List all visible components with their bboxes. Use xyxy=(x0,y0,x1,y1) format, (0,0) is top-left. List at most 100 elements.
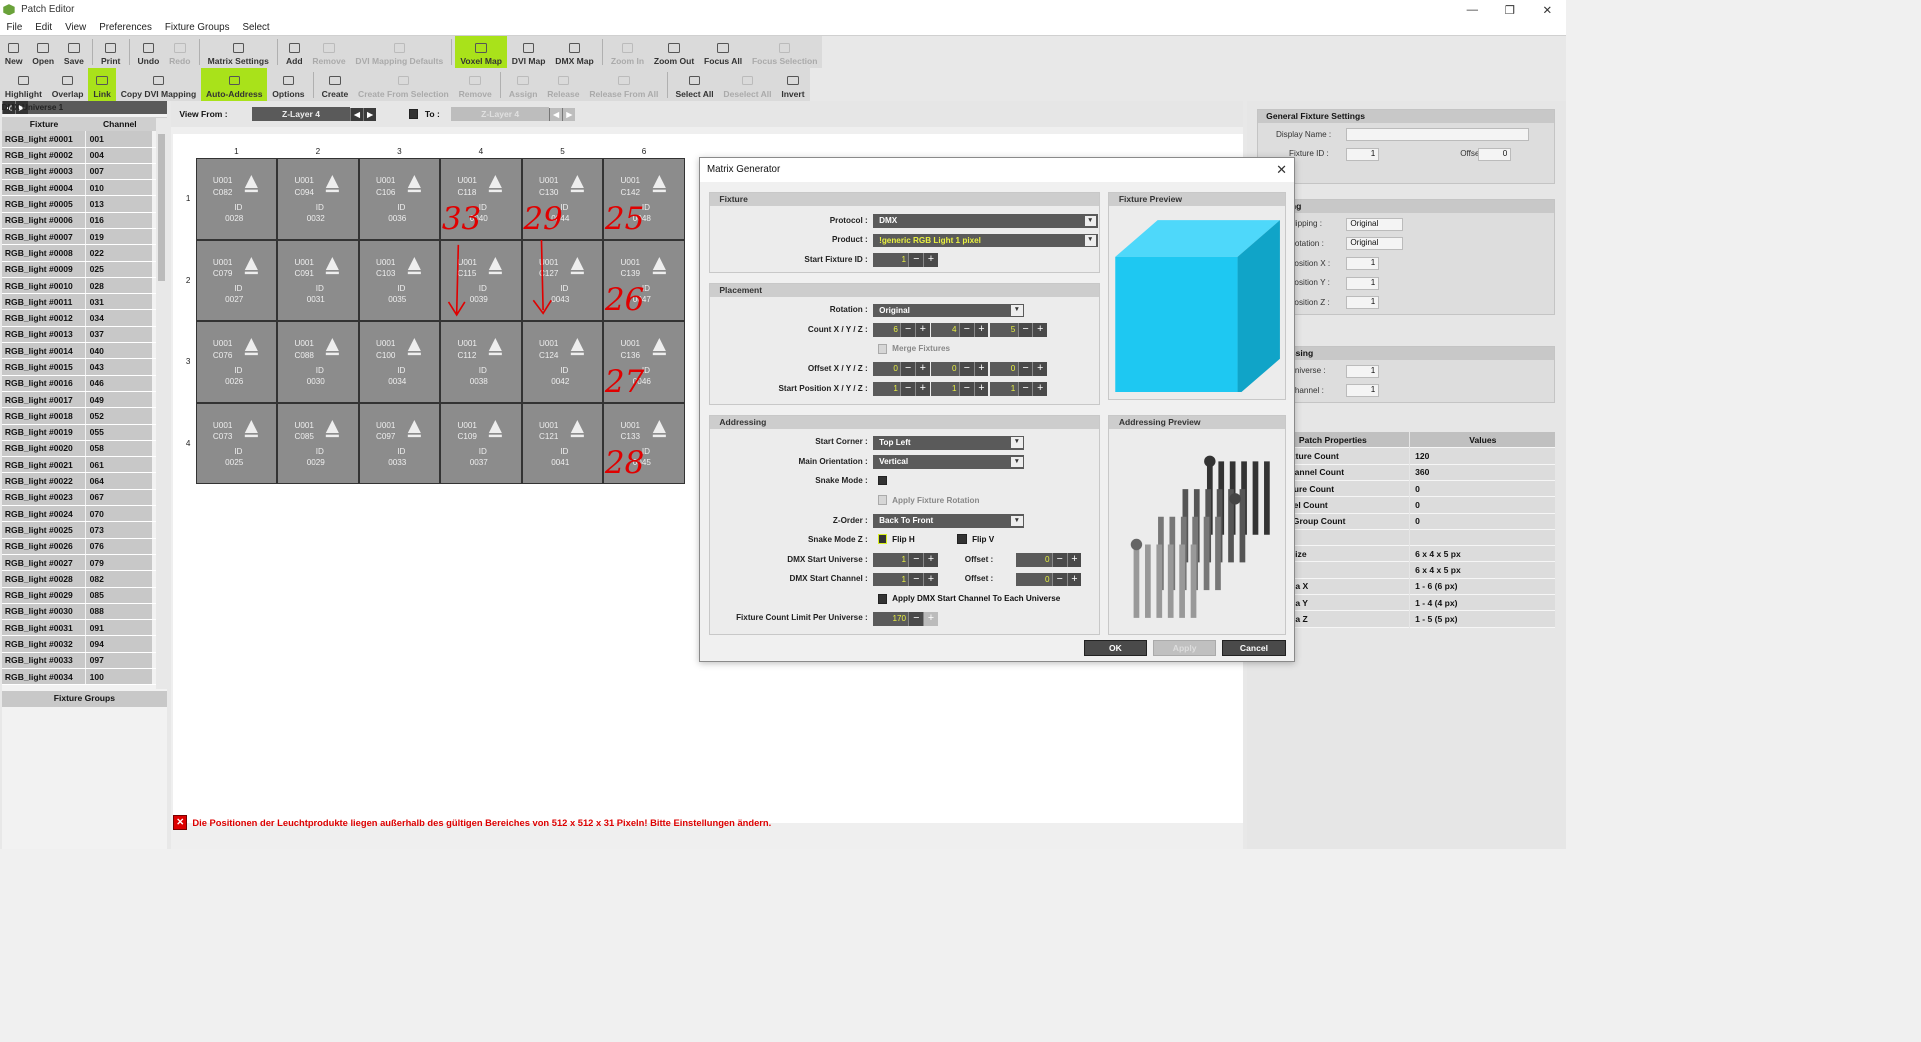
count-stepper-y[interactable]: 4− + xyxy=(931,323,989,338)
add-button[interactable]: Add xyxy=(281,36,307,69)
minus-icon[interactable]: − xyxy=(908,253,924,267)
minus-icon[interactable]: − xyxy=(900,323,915,338)
menu-select[interactable]: Select xyxy=(236,22,276,33)
cancel-button[interactable]: Cancel xyxy=(1222,640,1286,657)
auto-address-button[interactable]: Auto-Address xyxy=(201,68,268,102)
fixture-row[interactable]: RGB_light #0030 088 xyxy=(1,603,168,621)
plus-icon[interactable]: + xyxy=(914,381,930,396)
minus-icon[interactable]: − xyxy=(959,323,974,338)
fixture-row[interactable]: RGB_light #0022 064 xyxy=(1,473,168,490)
matrix-settings-button[interactable]: Matrix Settings xyxy=(203,36,274,69)
menu-preferences[interactable]: Preferences xyxy=(93,22,159,33)
assign-button[interactable]: Assign xyxy=(504,68,542,101)
fixture-row[interactable]: RGB_light #0020 058 xyxy=(1,440,168,458)
fixture-row[interactable]: RGB_light #0032 094 xyxy=(1,636,168,653)
channel-offset-stepper[interactable]: 0− + xyxy=(1016,572,1082,587)
position-y-input[interactable]: 1 xyxy=(1346,276,1379,290)
minus-icon[interactable]: − xyxy=(1017,362,1033,377)
undo-button[interactable]: Undo xyxy=(133,36,165,69)
fixture-row[interactable]: RGB_light #0026 076 xyxy=(1,538,168,555)
flip-v-checkbox[interactable] xyxy=(957,534,968,545)
fixture-row[interactable]: RGB_light #0024 070 xyxy=(1,506,168,523)
fixture-row[interactable]: RGB_light #0016 046 xyxy=(1,375,168,392)
fixture-limit-stepper[interactable]: 170− + xyxy=(872,611,938,626)
zoom-out-button[interactable]: Zoom Out xyxy=(649,36,699,69)
fixture-row[interactable]: RGB_light #0011 031 xyxy=(1,294,168,311)
fixture-row[interactable]: RGB_light #0018 052 xyxy=(1,408,168,425)
fixture-row[interactable]: RGB_light #0007 019 xyxy=(1,228,168,246)
remove-button[interactable]: Remove xyxy=(454,68,497,101)
link-button[interactable]: Link xyxy=(88,68,116,102)
plus-icon[interactable]: + xyxy=(914,323,930,338)
fixture-cell[interactable]: U001 C073 ID 0025 xyxy=(195,402,278,485)
plus-icon[interactable]: + xyxy=(1066,553,1082,567)
start-position-stepper-y[interactable]: 1− + xyxy=(931,381,989,396)
plus-icon[interactable]: + xyxy=(1032,362,1048,377)
minus-icon[interactable]: − xyxy=(959,362,974,377)
minus-icon[interactable]: − xyxy=(1051,572,1067,587)
fixture-cell[interactable]: U001 C121 ID 0041 xyxy=(521,402,604,485)
dmx-start-channel-stepper[interactable]: 1− + xyxy=(872,572,938,587)
deselect-all-button[interactable]: Deselect All xyxy=(719,68,777,101)
main-orientation-select[interactable]: Vertical ▼ xyxy=(872,455,1025,470)
view-from-next[interactable]: ▶ xyxy=(362,107,376,121)
plus-icon[interactable]: + xyxy=(923,572,938,587)
offset-value[interactable]: 0 xyxy=(931,362,960,377)
open-button[interactable]: Open xyxy=(27,36,59,69)
fixture-row[interactable]: RGB_light #0019 055 xyxy=(1,424,168,441)
universe-offset-stepper[interactable]: 0− + xyxy=(1016,553,1082,567)
fixture-row[interactable]: RGB_light #0013 037 xyxy=(1,326,168,344)
view-to-next[interactable]: ▶ xyxy=(562,107,576,121)
plus-icon[interactable]: + xyxy=(973,323,989,338)
channel-offset-value[interactable]: 0 xyxy=(1016,572,1052,587)
start-corner-select[interactable]: Top Left ▼ xyxy=(872,435,1025,450)
universe-offset-value[interactable]: 0 xyxy=(1016,553,1052,567)
minus-icon[interactable]: − xyxy=(1017,323,1033,338)
plus-icon[interactable]: + xyxy=(1032,323,1048,338)
minus-icon[interactable]: − xyxy=(908,611,924,626)
dvi-map-button[interactable]: DVI Map xyxy=(507,36,551,69)
minimize-button[interactable]: — xyxy=(1454,0,1491,20)
apply-dmx-checkbox[interactable] xyxy=(877,593,888,604)
start-fixture-id-stepper[interactable]: 1− + xyxy=(872,253,938,267)
highlight-button[interactable]: Highlight xyxy=(0,68,47,101)
voxel-map-button[interactable]: Voxel Map xyxy=(455,35,507,69)
minus-icon[interactable]: − xyxy=(900,381,915,396)
view-to-select[interactable]: Z-Layer 4 xyxy=(451,106,550,122)
ok-button[interactable]: OK xyxy=(1083,640,1148,657)
view-from-prev[interactable]: ◀ xyxy=(349,107,363,121)
count-value[interactable]: 5 xyxy=(990,323,1018,338)
redo-button[interactable]: Redo xyxy=(164,36,195,69)
z-order-select[interactable]: Back To Front ▼ xyxy=(872,513,1025,528)
dmx-start-universe-stepper[interactable]: 1− + xyxy=(872,553,938,567)
offset-stepper-z[interactable]: 0− + xyxy=(990,362,1048,377)
fixture-row[interactable]: RGB_light #0006 016 xyxy=(1,212,168,229)
minus-icon[interactable]: − xyxy=(1017,381,1033,396)
minus-icon[interactable]: − xyxy=(908,553,924,567)
close-window-button[interactable]: ✕ xyxy=(1529,0,1566,20)
minus-icon[interactable]: − xyxy=(900,362,915,377)
overlap-button[interactable]: Overlap xyxy=(47,68,89,101)
offset-value[interactable]: 0 xyxy=(872,362,901,377)
minus-icon[interactable]: − xyxy=(959,381,974,396)
start-position-stepper-x[interactable]: 1− + xyxy=(872,381,930,396)
plus-icon[interactable]: + xyxy=(914,362,930,377)
fixture-row[interactable]: RGB_light #0017 049 xyxy=(1,391,168,409)
display-name-input[interactable] xyxy=(1346,128,1529,142)
fixture-row[interactable]: RGB_light #0014 040 xyxy=(1,343,168,360)
plus-icon[interactable]: + xyxy=(973,381,989,396)
release-button[interactable]: Release xyxy=(542,68,584,101)
product-select[interactable]: !generic RGB Light 1 pixel ▼ xyxy=(872,233,1098,248)
start-position-value[interactable]: 1 xyxy=(990,381,1018,396)
fixture-row[interactable]: RGB_light #0008 022 xyxy=(1,245,168,262)
print-button[interactable]: Print xyxy=(96,36,125,69)
start-position-stepper-z[interactable]: 1− + xyxy=(990,381,1048,396)
plus-icon[interactable]: + xyxy=(1032,381,1048,396)
count-value[interactable]: 4 xyxy=(931,323,960,338)
channel-prop-input[interactable]: 1 xyxy=(1346,384,1379,398)
fixture-cell[interactable]: U001 C097 ID 0033 xyxy=(358,402,441,485)
fixture-row[interactable]: RGB_light #0015 043 xyxy=(1,359,168,376)
focus-selection-button[interactable]: Focus Selection xyxy=(747,36,822,69)
dvi-mapping-defaults-button[interactable]: DVI Mapping Defaults xyxy=(351,36,449,69)
fixture-row[interactable]: RGB_light #0031 091 xyxy=(1,620,168,637)
